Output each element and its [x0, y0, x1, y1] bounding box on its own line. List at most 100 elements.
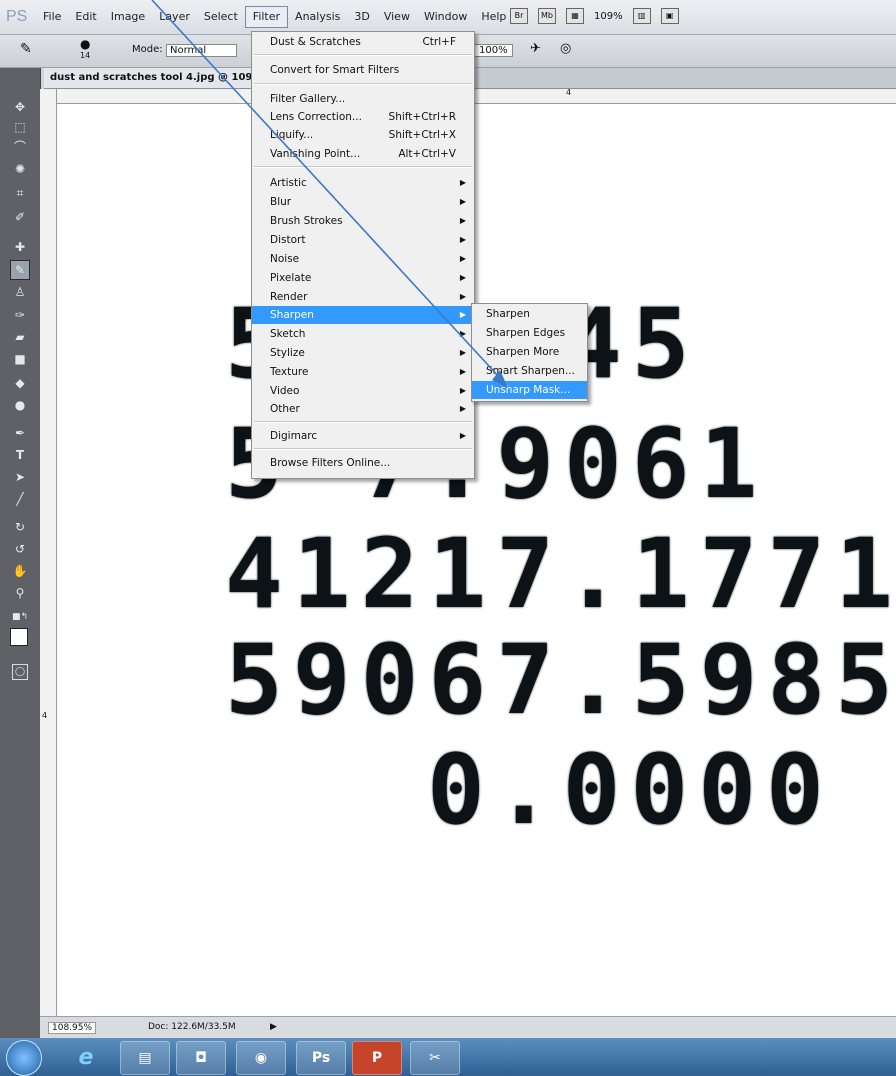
- menu-window[interactable]: Window: [417, 0, 474, 34]
- menu-separator: [254, 448, 472, 450]
- marquee-tool-icon[interactable]: ⬚: [11, 118, 29, 136]
- submenu-arrow-icon: ▶: [459, 178, 466, 187]
- menu-item-stylize[interactable]: Stylize ▶: [252, 344, 474, 362]
- hand-tool-icon[interactable]: ✋: [11, 562, 29, 580]
- status-menu-arrow[interactable]: ▶: [270, 1022, 277, 1032]
- ie-icon[interactable]: e: [62, 1041, 110, 1073]
- menu-item-liquify[interactable]: Liquify... Shift+Ctrl+X: [252, 126, 474, 144]
- powerpoint-icon[interactable]: P: [352, 1041, 402, 1075]
- quick-select-icon[interactable]: ✺: [11, 160, 29, 178]
- media-icon[interactable]: ◘: [176, 1041, 226, 1075]
- airbrush-icon[interactable]: ✈: [530, 41, 541, 56]
- status-zoom[interactable]: 108.95%: [48, 1022, 97, 1034]
- document-tab[interactable]: dust and scratches tool 4.jpg @ 109% (R: [44, 68, 285, 88]
- dodge-tool-icon[interactable]: ●: [11, 396, 29, 414]
- menu-item-lens-correction[interactable]: Lens Correction... Shift+Ctrl+R: [252, 108, 474, 126]
- stamp-tool-icon[interactable]: ♙: [11, 283, 29, 301]
- 3d-orbit-icon[interactable]: ↺: [11, 540, 29, 558]
- menu-item-dust-scratches[interactable]: Dust & Scratches Ctrl+F: [252, 33, 474, 51]
- pressure-icon[interactable]: ◎: [560, 41, 571, 56]
- zoom-level[interactable]: 109%: [594, 11, 623, 22]
- submenu-item-unsharp-mask[interactable]: Unsharp Mask...: [472, 381, 587, 399]
- snipping-tool-icon[interactable]: ✂: [410, 1041, 460, 1075]
- menu-view[interactable]: View: [377, 0, 417, 34]
- menu-item-other[interactable]: Other ▶: [252, 400, 474, 418]
- opacity-field[interactable]: 100%: [474, 44, 513, 57]
- quick-mask-icon[interactable]: ◯: [12, 664, 28, 680]
- submenu-arrow-icon: ▶: [459, 329, 466, 338]
- menu-3d[interactable]: 3D: [347, 0, 376, 34]
- shape-tool-icon[interactable]: ╱: [11, 490, 29, 508]
- menu-item-noise[interactable]: Noise ▶: [252, 250, 474, 268]
- horizontal-ruler[interactable]: 4: [56, 88, 896, 104]
- vertical-ruler[interactable]: 4: [40, 89, 57, 1017]
- submenu-arrow-icon: ▶: [459, 254, 466, 263]
- arrange-icon[interactable]: ▥: [632, 8, 651, 24]
- menu-layer[interactable]: Layer: [152, 0, 197, 34]
- menu-image[interactable]: Image: [104, 0, 152, 34]
- pen-tool-icon[interactable]: ✒: [11, 424, 29, 442]
- blur-tool-icon[interactable]: ◆: [11, 374, 29, 392]
- menu-item-sketch[interactable]: Sketch ▶: [252, 325, 474, 343]
- menu-item-convert-smart-filters[interactable]: Convert for Smart Filters: [252, 61, 474, 79]
- menu-item-sharpen[interactable]: Sharpen ▶: [252, 306, 474, 324]
- menu-analysis[interactable]: Analysis: [288, 0, 347, 34]
- menu-help[interactable]: Help: [474, 0, 513, 34]
- submenu-item-sharpen-edges[interactable]: Sharpen Edges: [472, 324, 587, 342]
- image-canvas[interactable]: 5 .1645 5 7.9061 41217.1771 59067.5985 0…: [57, 104, 896, 1016]
- zoom-tool-icon[interactable]: ⚲: [11, 584, 29, 602]
- eraser-icon[interactable]: ▰: [11, 328, 29, 346]
- healing-brush-icon[interactable]: ✚: [11, 238, 29, 256]
- eyedropper-icon[interactable]: ✐: [11, 208, 29, 226]
- type-tool-icon[interactable]: T: [11, 446, 29, 464]
- 3d-rotate-icon[interactable]: ↻: [11, 518, 29, 536]
- photoshop-taskbar-icon[interactable]: Ps: [296, 1041, 346, 1075]
- menu-item-distort[interactable]: Distort ▶: [252, 231, 474, 249]
- brush-tool-icon[interactable]: ✎: [10, 260, 30, 280]
- submenu-item-smart-sharpen[interactable]: Smart Sharpen...: [472, 362, 587, 380]
- menu-item-browse-filters[interactable]: Browse Filters Online...: [252, 454, 474, 472]
- menu-select[interactable]: Select: [197, 0, 245, 34]
- foreground-color-swatch[interactable]: [10, 628, 28, 646]
- menu-file[interactable]: File: [36, 0, 68, 34]
- menu-filter[interactable]: Filter: [244, 6, 289, 28]
- bridge-icon[interactable]: Br: [510, 8, 528, 24]
- ruler-mark: 4: [566, 88, 572, 97]
- menu-edit[interactable]: Edit: [68, 0, 103, 34]
- submenu-item-sharpen[interactable]: Sharpen: [472, 305, 587, 323]
- submenu-arrow-icon: ▶: [459, 367, 466, 376]
- mode-select[interactable]: Normal: [166, 44, 238, 57]
- extras-icon[interactable]: ▦: [566, 8, 584, 24]
- app-bar-icons: Br Mb ▦ 109% ▥ ▣: [510, 8, 679, 24]
- minibridge-icon[interactable]: Mb: [538, 8, 556, 24]
- explorer-icon[interactable]: ▤: [120, 1041, 170, 1075]
- chrome-icon[interactable]: ◉: [236, 1041, 286, 1075]
- submenu-item-sharpen-more[interactable]: Sharpen More: [472, 343, 587, 361]
- doc-size[interactable]: Doc: 122.6M/33.5M: [148, 1022, 236, 1032]
- gradient-icon[interactable]: ■: [11, 350, 29, 368]
- crop-tool-icon[interactable]: ⌗: [11, 184, 29, 202]
- history-brush-icon[interactable]: ✑: [11, 306, 29, 324]
- menu-item-brush-strokes[interactable]: Brush Strokes ▶: [252, 212, 474, 230]
- screen-mode-icon[interactable]: ▣: [660, 8, 679, 24]
- lasso-tool-icon[interactable]: ⌒: [11, 138, 29, 156]
- menu-separator: [254, 166, 472, 168]
- brush-size[interactable]: 14: [80, 51, 90, 60]
- default-colors-icon[interactable]: ■↰: [11, 608, 29, 626]
- brush-tool-icon[interactable]: ✎: [20, 41, 32, 57]
- menu-item-filter-gallery[interactable]: Filter Gallery...: [252, 90, 474, 108]
- menu-item-render[interactable]: Render ▶: [252, 288, 474, 306]
- menu-item-texture[interactable]: Texture ▶: [252, 363, 474, 381]
- submenu-arrow-icon: ▶: [459, 216, 466, 225]
- path-select-icon[interactable]: ➤: [11, 468, 29, 486]
- menu-item-vanishing-point[interactable]: Vanishing Point... Alt+Ctrl+V: [252, 145, 474, 163]
- menu-item-video[interactable]: Video ▶: [252, 382, 474, 400]
- menu-separator: [254, 54, 472, 56]
- menu-item-pixelate[interactable]: Pixelate ▶: [252, 269, 474, 287]
- start-button[interactable]: [6, 1040, 42, 1076]
- menu-item-digimarc[interactable]: Digimarc ▶: [252, 427, 474, 445]
- menu-item-artistic[interactable]: Artistic ▶: [252, 174, 474, 192]
- move-tool-icon[interactable]: ✥: [11, 98, 29, 116]
- submenu-arrow-icon: ▶: [459, 197, 466, 206]
- menu-item-blur[interactable]: Blur ▶: [252, 193, 474, 211]
